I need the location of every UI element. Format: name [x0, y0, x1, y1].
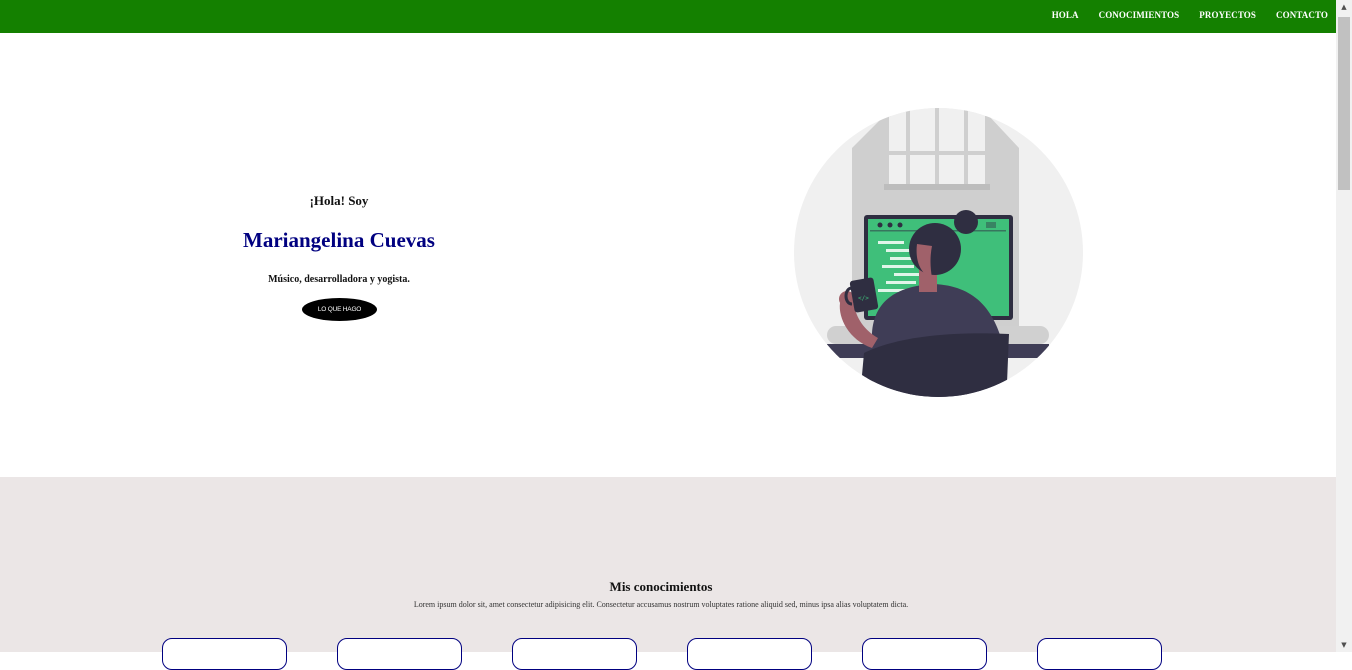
skill-card[interactable]: [1037, 638, 1162, 670]
skills-description: Lorem ipsum dolor sit, amet consectetur …: [413, 600, 909, 609]
developer-illustration: </>: [794, 108, 1083, 397]
skills-section: Mis conocimientos Lorem ipsum dolor sit,…: [0, 477, 1336, 670]
scrollbar-thumb[interactable]: [1338, 17, 1350, 190]
page-scrollbar[interactable]: ▲ ▼: [1336, 0, 1352, 652]
nav-link-contacto[interactable]: CONTACTO: [1276, 10, 1328, 20]
lo-que-hago-button[interactable]: LO QUE HAGO: [302, 298, 377, 321]
skill-card[interactable]: [337, 638, 462, 670]
skill-card[interactable]: [512, 638, 637, 670]
hero-tagline: Músico, desarrolladora y yogista.: [268, 274, 410, 285]
top-navbar: HOLA CONOCIMIENTOS PROYECTOS CONTACTO: [0, 0, 1336, 33]
skill-card[interactable]: [162, 638, 287, 670]
nav-link-hola[interactable]: HOLA: [1052, 10, 1079, 20]
nav-link-proyectos[interactable]: PROYECTOS: [1199, 10, 1256, 20]
skill-card[interactable]: [862, 638, 987, 670]
svg-text:</>: </>: [858, 295, 869, 302]
hero-section: ¡Hola! Soy Mariangelina Cuevas Músico, d…: [0, 33, 1336, 477]
nav-link-conocimientos[interactable]: CONOCIMIENTOS: [1099, 10, 1180, 20]
hero-greeting: ¡Hola! Soy: [309, 193, 369, 208]
hero-name: Mariangelina Cuevas: [243, 228, 435, 252]
arrow-up-icon[interactable]: ▲: [1336, 0, 1352, 14]
skill-card[interactable]: [687, 638, 812, 670]
nav-links: HOLA CONOCIMIENTOS PROYECTOS CONTACTO: [1032, 0, 1328, 30]
skills-title: Mis conocimientos: [609, 579, 713, 594]
arrow-down-icon[interactable]: ▼: [1336, 638, 1352, 652]
